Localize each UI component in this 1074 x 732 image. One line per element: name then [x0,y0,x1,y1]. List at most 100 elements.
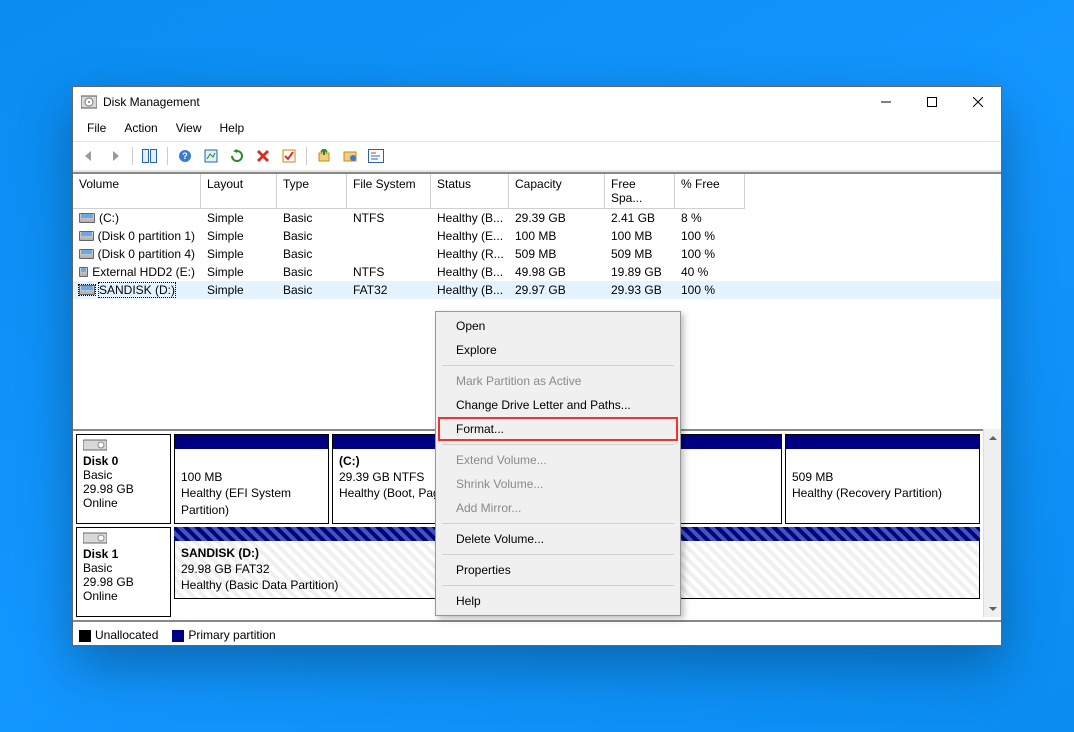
menu-view[interactable]: View [168,119,210,137]
cell-free: 19.89 GB [605,263,675,281]
volume-row[interactable]: (Disk 0 partition 1) SimpleBasic Healthy (… [73,227,1001,245]
ctx-help[interactable]: Help [438,589,678,613]
disk1-info[interactable]: Disk 1 Basic 29.98 GB Online [76,527,171,617]
cell-volume: (Disk 0 partition 4) [98,247,195,261]
menu-file[interactable]: File [79,119,114,137]
disk1-size: 29.98 GB [83,575,164,589]
titlebar[interactable]: Disk Management [73,87,1001,117]
cell-capacity: 100 MB [509,227,605,245]
ctx-explore[interactable]: Explore [438,338,678,362]
cell-layout: Simple [201,227,277,245]
grid-header[interactable]: Volume Layout Type File System Status Ca… [73,174,1001,209]
cell-pct: 8 % [675,209,745,227]
ctx-change-drive-letter[interactable]: Change Drive Letter and Paths... [438,393,678,417]
volume-row[interactable]: (C:)SimpleBasicNTFSHealthy (B...29.39 GB… [73,209,1001,227]
panels-icon[interactable] [138,144,162,168]
refresh-icon[interactable] [225,144,249,168]
forward-icon[interactable] [103,144,127,168]
back-icon[interactable] [77,144,101,168]
cell-volume: (C:) [99,211,119,225]
cell-volume: External HDD2 (E:) [92,265,195,279]
vertical-scrollbar[interactable] [983,429,1001,617]
cell-pct: 100 % [675,227,745,245]
volume-row[interactable]: SANDISK (D:)SimpleBasicFAT32Healthy (B..… [73,281,1001,299]
cell-fs [347,227,431,245]
ctx-open[interactable]: Open [438,314,678,338]
minimize-button[interactable] [863,87,909,117]
ctx-properties[interactable]: Properties [438,558,678,582]
cell-status: Healthy (B... [431,281,509,299]
p-status: Healthy (EFI System Partition) [181,485,322,517]
action1-icon[interactable] [312,144,336,168]
cell-type: Basic [277,245,347,263]
col-layout[interactable]: Layout [201,174,277,209]
disk-management-window: Disk Management File Action View Help ? … [72,86,1002,646]
cell-type: Basic [277,263,347,281]
volume-row[interactable]: (Disk 0 partition 4)SimpleBasicHealthy (… [73,245,1001,263]
cell-pct: 100 % [675,245,745,263]
col-type[interactable]: Type [277,174,347,209]
cell-fs [347,245,431,263]
context-menu: Open Explore Mark Partition as Active Ch… [435,311,681,616]
drive-icon [79,267,88,277]
col-pctfree[interactable]: % Free [675,174,745,209]
col-volume[interactable]: Volume [73,174,201,209]
col-capacity[interactable]: Capacity [509,174,605,209]
disk0-name: Disk 0 [83,454,164,468]
col-free[interactable]: Free Spa... [605,174,675,209]
drive-icon [79,249,94,259]
p-title: (C:) [339,454,360,468]
scroll-down-icon[interactable] [984,600,1001,617]
cell-free: 509 MB [605,245,675,263]
drive-icon [79,231,94,241]
cell-free: 100 MB [605,227,675,245]
cell-type: Basic [277,227,347,245]
disk1-type: Basic [83,561,164,575]
volume-row[interactable]: External HDD2 (E:)SimpleBasicNTFSHealthy… [73,263,1001,281]
close-button[interactable] [955,87,1001,117]
legend: Unallocated Primary partition [73,620,1001,645]
ctx-extend: Extend Volume... [438,448,678,472]
settings-icon[interactable] [199,144,223,168]
cell-volume: SANDISK (D:) [99,283,175,297]
app-icon [81,94,97,110]
menu-action[interactable]: Action [116,119,165,137]
cell-type: Basic [277,281,347,299]
cell-capacity: 49.98 GB [509,263,605,281]
cell-free: 29.93 GB [605,281,675,299]
toolbar: ? [73,141,1001,172]
content: Volume Layout Type File System Status Ca… [73,172,1001,645]
drive-icon [79,285,95,295]
menubar: File Action View Help [73,117,1001,141]
disk0-partition-2[interactable]: 509 MB Healthy (Recovery Partition) [785,434,980,524]
delete-icon[interactable] [251,144,275,168]
help-icon[interactable]: ? [173,144,197,168]
cell-status: Healthy (E... [431,227,509,245]
window-buttons [863,87,1001,117]
cell-capacity: 29.39 GB [509,209,605,227]
disk1-status: Online [83,589,164,603]
properties-icon[interactable] [364,144,388,168]
cell-pct: 40 % [675,263,745,281]
cell-fs: NTFS [347,263,431,281]
ctx-format[interactable]: Format... [438,417,678,441]
col-status[interactable]: Status [431,174,509,209]
scroll-up-icon[interactable] [984,429,1001,446]
maximize-button[interactable] [909,87,955,117]
cell-capacity: 29.97 GB [509,281,605,299]
cell-fs: FAT32 [347,281,431,299]
col-filesystem[interactable]: File System [347,174,431,209]
cell-volume: (Disk 0 partition 1) [98,229,195,243]
disk-icon [83,439,107,451]
disk0-partition-0[interactable]: 100 MB Healthy (EFI System Partition) [174,434,329,524]
drive-icon [79,213,95,223]
menu-help[interactable]: Help [212,119,253,137]
disk0-status: Online [83,496,164,510]
ctx-delete[interactable]: Delete Volume... [438,527,678,551]
cell-type: Basic [277,209,347,227]
action2-icon[interactable] [338,144,362,168]
checklist-icon[interactable] [277,144,301,168]
cell-free: 2.41 GB [605,209,675,227]
disk0-info[interactable]: Disk 0 Basic 29.98 GB Online [76,434,171,524]
disk0-type: Basic [83,468,164,482]
